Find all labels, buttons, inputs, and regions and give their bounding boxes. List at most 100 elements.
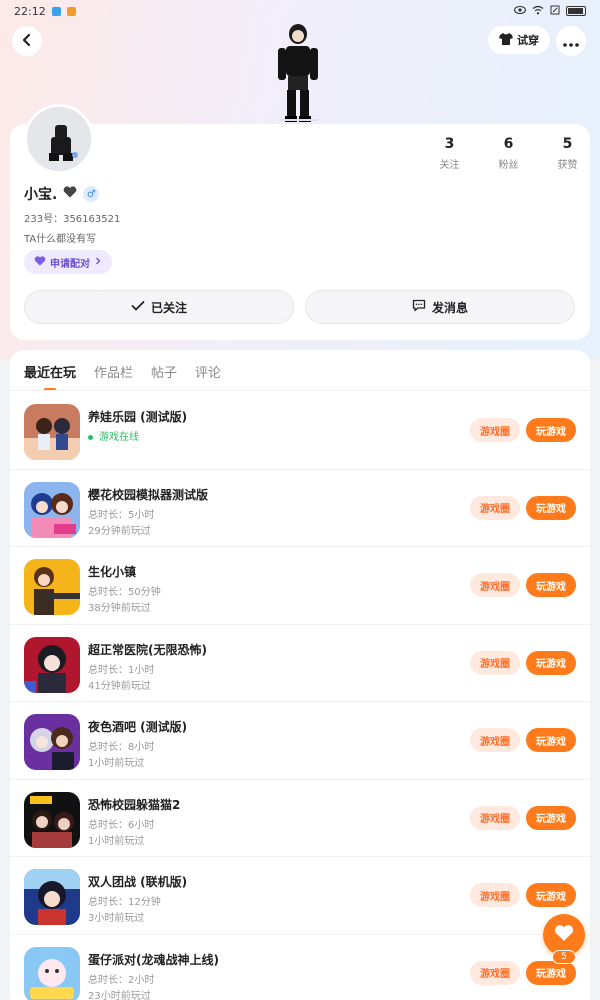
stat-number: 3	[444, 136, 455, 152]
list-item[interactable]: 超正常医院(无限恐怖) 总时长：1小时 41分钟前玩过 游戏圈 玩游戏	[10, 625, 590, 702]
tshirt-icon	[499, 32, 513, 48]
game-title: 生化小镇	[88, 565, 137, 579]
games-card: 最近在玩 作品栏 帖子 评论 养娃乐园 (测试版) 游戏在线 游戏圈 玩游戏 樱…	[10, 350, 590, 1000]
game-circle-button[interactable]: 游戏圈	[470, 650, 520, 675]
game-title: 蛋仔派对(龙魂战神上线)	[88, 952, 219, 967]
apply-pair-button[interactable]: 申请配对	[24, 250, 112, 274]
profile-card: 3 关注 6 粉丝 5 获赞 小宝. ♂ 233号：356163521 TA什么…	[10, 104, 590, 340]
tab-comments[interactable]: 评论	[195, 362, 221, 381]
game-icon[interactable]	[24, 481, 80, 538]
game-title: 双人团战 (联机版)	[88, 875, 188, 889]
avatar-character-figure[interactable]	[268, 20, 328, 126]
male-gender-icon: ♂	[83, 186, 100, 202]
purple-heart-icon	[34, 255, 46, 269]
play-game-button[interactable]: 玩游戏	[526, 883, 576, 907]
list-item[interactable]: 樱花校园模拟器测试版 总时长：5小时 29分钟前玩过 游戏圈 玩游戏	[10, 470, 590, 547]
send-message-button[interactable]: 发消息	[305, 290, 575, 324]
game-last-played: 3小时前玩过	[88, 913, 145, 924]
list-item[interactable]: 生化小镇 总时长：50分钟 38分钟前玩过 游戏圈 玩游戏	[10, 547, 590, 625]
try-on-button[interactable]: 试穿	[488, 26, 550, 54]
notification-icon	[66, 6, 76, 16]
game-icon[interactable]	[24, 869, 80, 925]
back-arrow-icon	[20, 32, 34, 51]
game-total-time: 总时长：12分钟	[88, 897, 161, 908]
user-id: 233号：356163521	[24, 214, 121, 225]
stat-label: 粉丝	[498, 160, 519, 171]
game-circle-button[interactable]: 游戏圈	[470, 573, 520, 597]
stat-followers[interactable]: 6 粉丝	[479, 136, 538, 171]
profile-tabs: 最近在玩 作品栏 帖子 评论	[24, 362, 221, 391]
wifi-icon	[532, 5, 544, 18]
status-bar: 22:12	[0, 0, 600, 22]
tabs-divider	[10, 390, 590, 391]
play-game-button[interactable]: 玩游戏	[526, 960, 576, 985]
tab-works[interactable]: 作品栏	[94, 362, 133, 381]
game-total-time: 总时长：8小时	[88, 742, 155, 753]
game-total-time: 总时长：6小时	[88, 819, 155, 831]
tab-recently-played[interactable]: 最近在玩	[24, 362, 76, 391]
game-icon[interactable]	[24, 636, 80, 693]
status-time: 22:12	[14, 4, 46, 18]
play-game-button[interactable]: 玩游戏	[526, 495, 576, 520]
more-dots-icon	[563, 32, 579, 51]
game-online-status: 游戏在线	[88, 428, 139, 443]
game-last-played: 41分钟前玩过	[88, 680, 151, 692]
game-title: 夜色酒吧 (测试版)	[88, 720, 188, 734]
apply-pair-label: 申请配对	[50, 258, 90, 270]
eye-icon	[513, 5, 527, 18]
play-game-button[interactable]: 玩游戏	[526, 650, 576, 675]
more-options-button[interactable]	[556, 26, 586, 56]
send-message-label: 发消息	[431, 300, 468, 315]
play-game-button[interactable]: 玩游戏	[526, 418, 576, 442]
list-item[interactable]: 养娃乐园 (测试版) 游戏在线 游戏圈 玩游戏	[10, 392, 590, 470]
followed-button[interactable]: 已关注	[24, 290, 294, 324]
game-title: 超正常医院(无限恐怖)	[88, 642, 207, 657]
game-title: 恐怖校园躲猫猫2	[88, 797, 181, 812]
stat-following[interactable]: 3 关注	[420, 136, 479, 171]
game-last-played: 38分钟前玩过	[88, 603, 151, 614]
game-circle-button[interactable]: 游戏圈	[470, 728, 520, 752]
black-heart-icon	[63, 186, 77, 202]
stat-number: 6	[503, 136, 514, 152]
play-game-button[interactable]: 玩游戏	[526, 573, 576, 597]
stat-likes[interactable]: 5 获赞	[538, 136, 597, 171]
game-icon[interactable]	[24, 791, 80, 848]
list-item[interactable]: 恐怖校园躲猫猫2 总时长：6小时 1小时前玩过 游戏圈 玩游戏	[10, 780, 590, 857]
game-total-time: 总时长：2小时	[88, 974, 155, 986]
game-last-played: 23小时前玩过	[88, 990, 151, 1000]
like-count-badge: 5	[552, 950, 576, 964]
game-circle-button[interactable]: 游戏圈	[470, 960, 520, 985]
game-icon[interactable]	[24, 559, 80, 615]
game-icon[interactable]	[24, 404, 80, 460]
heart-icon	[554, 924, 574, 946]
tab-posts[interactable]: 帖子	[151, 362, 177, 381]
profile-stats: 3 关注 6 粉丝 5 获赞	[420, 136, 597, 171]
list-item[interactable]: 双人团战 (联机版) 总时长：12分钟 3小时前玩过 游戏圈 玩游戏	[10, 857, 590, 935]
game-last-played: 1小时前玩过	[88, 835, 145, 847]
play-game-button[interactable]: 玩游戏	[526, 805, 576, 830]
checkmark-icon	[131, 300, 145, 315]
game-icon[interactable]	[24, 714, 80, 770]
game-title: 樱花校园模拟器测试版	[88, 487, 209, 502]
play-game-button[interactable]: 玩游戏	[526, 728, 576, 752]
game-circle-button[interactable]: 游戏圈	[470, 495, 520, 520]
game-title: 养娃乐园 (测试版)	[88, 410, 188, 424]
try-on-label: 试穿	[517, 34, 539, 47]
list-item[interactable]: 蛋仔派对(龙魂战神上线) 总时长：2小时 23小时前玩过 游戏圈 玩游戏	[10, 935, 590, 1000]
alarm-icon	[550, 5, 560, 18]
avatar[interactable]	[24, 104, 94, 174]
game-circle-button[interactable]: 游戏圈	[470, 418, 520, 442]
list-item[interactable]: 夜色酒吧 (测试版) 总时长：8小时 1小时前玩过 游戏圈 玩游戏	[10, 702, 590, 780]
back-button[interactable]	[12, 26, 42, 56]
game-total-time: 总时长：1小时	[88, 664, 155, 676]
game-circle-button[interactable]: 游戏圈	[470, 883, 520, 907]
game-icon[interactable]	[24, 946, 80, 1000]
stat-number: 5	[562, 136, 573, 152]
chevron-right-icon	[94, 257, 102, 268]
user-bio: TA什么都没有写	[24, 234, 97, 245]
stat-label: 关注	[439, 160, 460, 171]
username-row: 小宝. ♂	[24, 184, 100, 204]
game-circle-button[interactable]: 游戏圈	[470, 805, 520, 830]
battery-icon	[566, 6, 586, 16]
followed-label: 已关注	[150, 300, 187, 315]
